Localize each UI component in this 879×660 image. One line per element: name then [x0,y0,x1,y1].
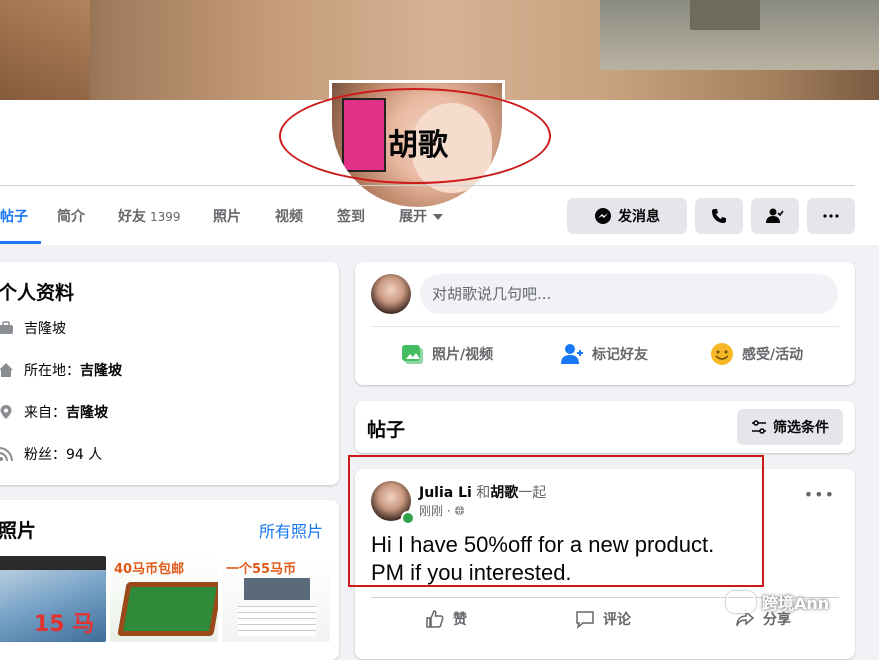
phone-icon [712,209,726,223]
user-avatar[interactable] [371,274,411,314]
photo-caption: 15 马 [34,612,95,637]
feeling-icon [711,343,733,365]
photos-card: 照片 所有照片 15 马 40马币包邮 一个55马币 [0,500,339,660]
message-button[interactable]: 发消息 [567,198,687,234]
photo-thumb[interactable]: 15 马 [0,556,106,642]
composer-card: 对胡歌说几句吧... 照片/视频 标记好友 感受/活动 [355,262,855,385]
friend-status-button[interactable] [751,198,799,234]
all-photos-link[interactable]: 所有照片 [259,518,323,542]
photo-thumb[interactable]: 40马币包邮 [110,556,218,642]
feeling-activity-button[interactable]: 感受/活动 [710,342,803,366]
comment-icon [576,611,594,629]
caret-down-icon [433,214,443,220]
rss-icon [0,447,13,462]
post-options-icon[interactable]: ••• [804,485,835,504]
composer-input[interactable]: 对胡歌说几句吧... [420,274,838,314]
photo-thumb[interactable]: 一个55马币 [222,556,330,642]
tab-more[interactable]: 展开 [399,206,443,226]
thumbs-up-icon [426,610,444,628]
annotation-ellipse [279,88,551,184]
home-icon [0,363,13,377]
photo-video-button[interactable]: 照片/视频 [400,342,493,366]
more-options-button[interactable] [807,198,855,234]
active-tab-indicator [0,241,41,244]
cover-texture [0,0,90,100]
tab-about[interactable]: 简介 [57,206,85,226]
briefcase-icon [0,321,13,334]
filter-button[interactable]: 筛选条件 [737,409,843,445]
ellipsis-icon [823,214,839,218]
composer-divider [371,326,839,327]
photo-caption: 40马币包邮 [114,562,185,577]
hometown-link[interactable]: 吉隆坡 [66,402,108,422]
location-link[interactable]: 吉隆坡 [80,360,122,380]
tag-friends-icon [561,344,583,364]
photo-caption: 一个55马币 [226,562,297,577]
intro-card: 个人资料 吉隆坡 所在地： 吉隆坡 来自： 吉隆坡 粉丝： 94 人 [0,262,339,485]
call-button[interactable] [695,198,743,234]
messenger-icon [595,208,611,224]
tab-photos[interactable]: 照片 [213,206,241,226]
intro-row-work: 吉隆坡 [0,318,66,338]
intro-title: 个人资料 [0,282,75,304]
annotation-rectangle [348,455,764,587]
tab-videos[interactable]: 视频 [275,206,303,226]
sliders-icon [752,420,766,434]
tag-friends-button[interactable]: 标记好友 [560,342,648,366]
user-check-icon [766,208,784,223]
comment-button[interactable]: 评论 [575,609,631,629]
posts-header-card: 帖子 筛选条件 [355,401,855,453]
tab-checkins[interactable]: 签到 [337,206,365,226]
like-button[interactable]: 赞 [425,609,467,629]
photos-title: 照片 [0,520,37,542]
posts-title: 帖子 [367,419,406,441]
intro-row-followers: 粉丝： 94 人 [0,444,102,464]
photo-video-icon [402,345,423,364]
profile-tabs: 帖子 简介 好友 1399 照片 视频 签到 展开 [0,186,879,245]
intro-row-hometown: 来自： 吉隆坡 [0,402,108,422]
wechat-logo-icon [726,591,756,613]
location-pin-icon [0,405,12,419]
cover-texture [690,0,760,30]
friends-count: 1399 [150,210,181,224]
intro-row-location: 所在地： 吉隆坡 [0,360,122,380]
watermark: 跨境Ann [726,590,829,614]
tab-posts[interactable]: 帖子 [0,206,28,226]
tab-friends[interactable]: 好友 1399 [118,206,181,226]
